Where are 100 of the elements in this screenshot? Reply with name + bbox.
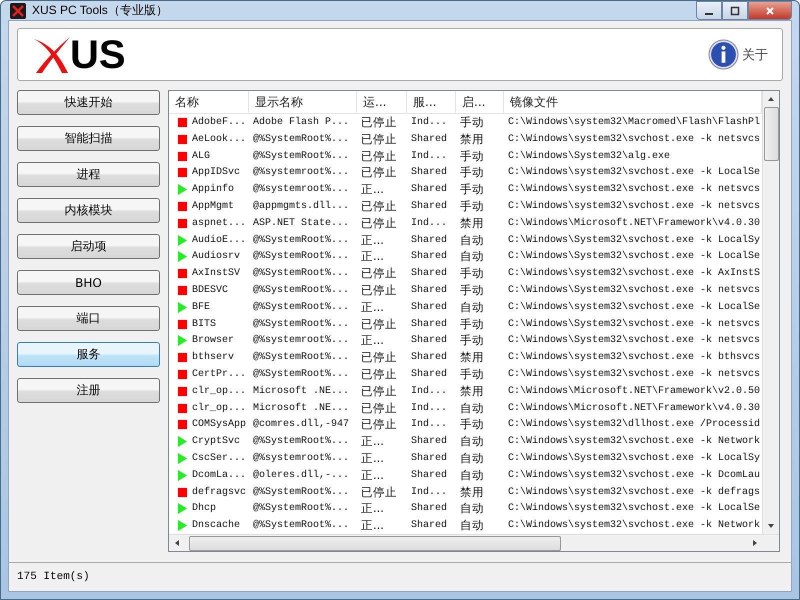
table-cell: aspnet... bbox=[192, 218, 246, 229]
table-cell: CscSer... bbox=[192, 452, 246, 464]
table-cell-text: C:\Windows\System32\svchost.exe -k netsvcs bbox=[507, 335, 762, 346]
table-cell-text: 已停止 bbox=[360, 266, 398, 282]
table-cell-text: 已停止 bbox=[360, 148, 398, 164]
table-cell-text: 手动 bbox=[459, 333, 485, 348]
table-cell-text: C:\Windows\system32\svchost.exe -k LocalSe bbox=[507, 167, 762, 178]
table-cell: clr_op... bbox=[192, 386, 246, 397]
sidebar-button[interactable]: 启动项 bbox=[17, 234, 160, 260]
table-cell-text: 自动 bbox=[459, 300, 485, 315]
table-cell-text: @%systemroot%... bbox=[252, 335, 350, 346]
column-header[interactable]: 显示名称 bbox=[249, 91, 357, 114]
scroll-down-icon[interactable] bbox=[767, 522, 775, 530]
sidebar-button[interactable]: 注册 bbox=[17, 378, 160, 404]
scroll-right-icon[interactable] bbox=[751, 539, 759, 547]
table-cell: BFE bbox=[192, 302, 210, 313]
table-cell-text: C:\Windows\System32\svchost.exe -k LocalSe bbox=[507, 251, 762, 262]
table-cell-text: 手动 bbox=[459, 316, 485, 332]
table-cell-text: Ind... bbox=[410, 486, 448, 498]
sidebar-button[interactable]: 智能扫描 bbox=[17, 126, 160, 152]
sidebar-button[interactable]: 进程 bbox=[17, 162, 160, 188]
table-cell-text: @%SystemRoot%... bbox=[252, 368, 350, 380]
scroll-left-icon[interactable] bbox=[173, 539, 181, 547]
table-cell-text: 正... bbox=[360, 518, 385, 534]
table-cell-text: 正... bbox=[360, 501, 385, 516]
table-cell-text: Shared bbox=[410, 284, 448, 296]
table-cell-text: C:\Windows\System32\alg.exe bbox=[507, 150, 672, 162]
table-cell-text: Ind... bbox=[410, 419, 448, 430]
table-cell-text: @%SystemRoot%... bbox=[252, 503, 350, 514]
sidebar-button[interactable]: BHO bbox=[17, 270, 160, 296]
table-cell-text: 正... bbox=[360, 182, 385, 198]
table-cell-text: @%SystemRoot%... bbox=[252, 268, 350, 280]
column-header[interactable]: 运... bbox=[357, 91, 407, 114]
table-cell-text: Shared bbox=[410, 184, 448, 196]
table-cell-text: @%SystemRoot%... bbox=[252, 302, 350, 313]
table-cell-text: 自动 bbox=[459, 249, 485, 264]
close-button[interactable] bbox=[748, 1, 792, 20]
table-cell-text: Ind... bbox=[410, 150, 448, 162]
table-cell-text: 禁用 bbox=[459, 384, 485, 399]
sidebar-button[interactable]: 内核模块 bbox=[17, 198, 160, 224]
table-cell-text: 自动 bbox=[459, 400, 485, 416]
table-cell-text: C:\Windows\System32\svchost.exe -k netsvcs bbox=[507, 318, 762, 330]
table-cell-text: C:\Windows\system32\Macromed\Flash\FlashPl bbox=[507, 116, 762, 128]
table-cell-text: @oleres.dll,-... bbox=[252, 470, 350, 481]
table-cell-text: 手动 bbox=[459, 417, 485, 432]
column-header[interactable]: 服... bbox=[407, 91, 456, 114]
table-cell-text: C:\Windows\system32\svchost.exe -k DcomLau bbox=[507, 470, 762, 481]
table-cell-text: 自动 bbox=[459, 232, 485, 248]
table-cell-text: C:\Windows\Microsoft.NET\Framework\v2.0.50 bbox=[507, 386, 762, 397]
column-header[interactable]: 启... bbox=[456, 91, 504, 114]
minimize-button[interactable] bbox=[696, 1, 722, 20]
table-cell-text: C:\Windows\system32\svchost.exe -k LocalSe bbox=[507, 302, 762, 313]
table-cell-text: C:\Windows\system32\svchost.exe -k Network bbox=[507, 436, 762, 448]
table-cell: COMSysApp bbox=[192, 419, 246, 430]
table-cell: CertPr... bbox=[192, 368, 246, 380]
sidebar-button[interactable]: 端口 bbox=[17, 306, 160, 332]
table-cell-text: 已停止 bbox=[360, 216, 398, 231]
vertical-scrollbar[interactable] bbox=[762, 91, 779, 534]
table-cell-text: @%SystemRoot%... bbox=[252, 486, 350, 498]
table-cell: CryptSvc bbox=[192, 436, 240, 448]
scroll-thumb[interactable] bbox=[764, 107, 778, 162]
table-cell-text: 手动 bbox=[459, 148, 485, 164]
table-cell-text: 禁用 bbox=[459, 132, 485, 147]
table-cell-text: 已停止 bbox=[360, 198, 398, 214]
table-cell-text: Shared bbox=[410, 200, 448, 212]
table-cell-text: 手动 bbox=[459, 165, 485, 180]
scroll-up-icon[interactable] bbox=[767, 95, 775, 104]
table-cell: BITS bbox=[192, 318, 216, 330]
table-cell: BDESVC bbox=[192, 284, 228, 296]
table-cell-text: Shared bbox=[410, 318, 448, 330]
table-cell-text: 已停止 bbox=[360, 132, 398, 147]
table-cell-text: Shared bbox=[410, 368, 448, 380]
table-cell-text: C:\Windows\System32\svchost.exe -k LocalSy bbox=[507, 234, 762, 246]
table-cell-text: @%systemroot%... bbox=[252, 452, 350, 464]
scroll-thumb[interactable] bbox=[189, 536, 561, 550]
table-cell-text: @appmgmts.dll... bbox=[252, 200, 350, 212]
table-cell-text: Shared bbox=[410, 452, 448, 464]
table-cell-text: Microsoft .NE... bbox=[252, 402, 350, 414]
horizontal-scrollbar[interactable] bbox=[169, 534, 779, 551]
table-cell-text: @comres.dll,-947 bbox=[252, 419, 350, 430]
table-cell-text: 自动 bbox=[459, 468, 485, 483]
table-cell: AeLook... bbox=[192, 134, 246, 145]
table-cell-text: @%SystemRoot%... bbox=[252, 352, 350, 364]
maximize-icon bbox=[730, 6, 740, 16]
table-cell: Appinfo bbox=[192, 184, 234, 196]
sidebar-button[interactable]: 服务 bbox=[17, 342, 160, 368]
table-cell-text: Adobe Flash P... bbox=[252, 116, 350, 128]
table-cell-text: Ind... bbox=[410, 402, 448, 414]
table-cell-text: 自动 bbox=[459, 434, 485, 450]
table-cell-text: @%SystemRoot%... bbox=[252, 234, 350, 246]
table-cell-text: 已停止 bbox=[360, 114, 398, 130]
column-header[interactable]: 名称 bbox=[169, 91, 249, 114]
maximize-button[interactable] bbox=[722, 1, 748, 20]
table-cell-text: 手动 bbox=[459, 266, 485, 282]
sidebar-button[interactable]: 快速开始 bbox=[17, 90, 160, 116]
about-link[interactable]: 关于 bbox=[742, 46, 768, 64]
table-cell-text: 自动 bbox=[459, 518, 485, 534]
table-cell-text: 手动 bbox=[459, 114, 485, 130]
table-cell-text: Shared bbox=[410, 234, 448, 246]
table-cell-text: Microsoft .NE... bbox=[252, 386, 350, 397]
